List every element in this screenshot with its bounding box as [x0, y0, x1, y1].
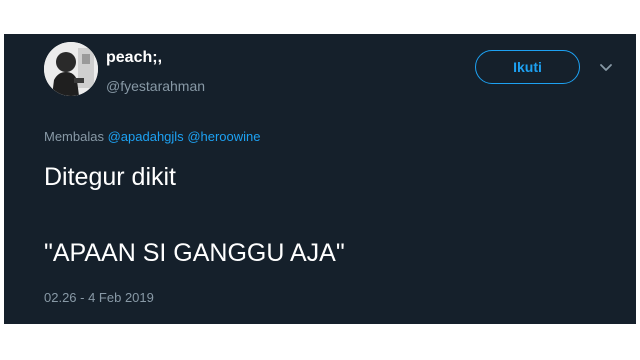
- more-options-button[interactable]: [598, 62, 614, 74]
- reply-mention-link[interactable]: @apadahgjls: [108, 129, 184, 144]
- author-display-name[interactable]: peach;,: [106, 49, 162, 67]
- reply-mention-link[interactable]: @heroowine: [187, 129, 260, 144]
- follow-button[interactable]: Ikuti: [475, 50, 580, 84]
- chevron-down-icon: [600, 64, 612, 71]
- reply-prefix: Membalas: [44, 129, 104, 144]
- profile-photo-icon: [44, 42, 98, 96]
- tweet-timestamp[interactable]: 02.26 - 4 Feb 2019: [44, 290, 154, 306]
- tweet-card: peach;, @fyestarahman Ikuti Membalas @ap…: [4, 34, 636, 324]
- reply-context: Membalas @apadahgjls @heroowine: [44, 129, 261, 145]
- tweet-text-line: "APAAN SI GANGGU AJA": [44, 239, 345, 267]
- tweet-text-line: Ditegur dikit: [44, 163, 176, 191]
- screenshot-frame: peach;, @fyestarahman Ikuti Membalas @ap…: [0, 0, 640, 360]
- author-avatar[interactable]: [44, 42, 98, 96]
- author-handle[interactable]: @fyestarahman: [106, 78, 205, 94]
